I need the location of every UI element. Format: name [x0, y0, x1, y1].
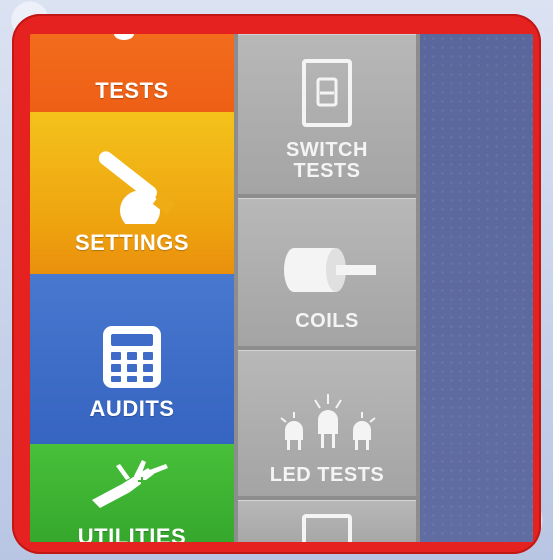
settings-label: SETTINGS [74, 230, 189, 255]
tests-label: TESTS [95, 78, 169, 103]
blank-tile-icon [300, 512, 354, 542]
audits-tile[interactable]: AUDITS [30, 274, 234, 444]
main-menu: TESTS SETTINGS AUDITS UTILITIES [30, 34, 234, 542]
switch-tests-tile[interactable]: SWITCH TESTS [238, 34, 416, 194]
settings-tile[interactable]: SETTINGS [30, 112, 234, 274]
screen: TESTS SETTINGS AUDITS UTILITIES SWITCH T… [30, 34, 533, 542]
tests-icon [114, 34, 134, 40]
switch-tests-label-line2: TESTS [293, 160, 361, 182]
coil-icon [272, 240, 382, 305]
right-panel [420, 34, 533, 542]
led-tests-label: LED TESTS [269, 464, 385, 486]
audits-label: AUDITS [89, 396, 175, 421]
coils-label: COILS [295, 310, 359, 332]
led-tests-tile[interactable]: LED TESTS [238, 350, 416, 496]
switch-tests-label-line1: SWITCH [286, 139, 368, 161]
coils-tile[interactable]: COILS [238, 198, 416, 346]
wrench-icon [77, 136, 187, 224]
sub-menu: SWITCH TESTS COILS LED TESTS [234, 34, 420, 542]
switch-icon [300, 57, 354, 134]
utilities-tile[interactable]: UTILITIES [30, 444, 234, 542]
calculator-icon [101, 324, 163, 390]
next-sub-tile[interactable] [238, 500, 416, 542]
utilities-label: UTILITIES [77, 524, 187, 542]
multitool-icon [82, 456, 182, 512]
led-icon [267, 390, 387, 459]
tests-tile[interactable]: TESTS [30, 34, 234, 112]
